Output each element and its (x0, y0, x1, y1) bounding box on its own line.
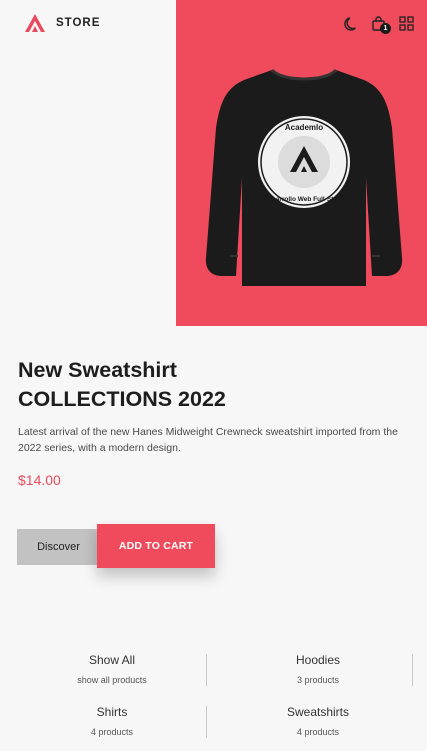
moon-icon[interactable] (343, 15, 361, 33)
category-count: show all products (77, 675, 147, 685)
cart-count-badge: 1 (380, 23, 391, 34)
category-divider (206, 654, 207, 686)
category-show-all[interactable]: Show All show all products (17, 653, 207, 685)
grid-icon[interactable] (398, 15, 416, 33)
category-hoodies[interactable]: Hoodies 3 products (223, 653, 413, 685)
product-print-bottom: Desarrollo Web Full-Stack (264, 196, 345, 203)
title-line-2: COLLECTIONS 2022 (18, 387, 226, 411)
page-title: New Sweatshirt COLLECTIONS 2022 (18, 356, 398, 414)
brand-name[interactable]: STORE (56, 17, 100, 29)
category-divider (206, 706, 207, 738)
category-count: 4 products (90, 727, 134, 737)
product-print-top: Academlo (285, 123, 323, 132)
category-name: Show All (88, 653, 136, 667)
category-sweatshirts[interactable]: Sweatshirts 4 products (223, 705, 413, 737)
discover-button[interactable]: Discover (17, 529, 100, 565)
product-price: $14.00 (18, 472, 61, 488)
store-logo-icon[interactable] (24, 13, 46, 33)
product-image: Academlo Desarrollo Web Full-Stack (205, 68, 403, 286)
add-to-cart-button[interactable]: ADD TO CART (97, 524, 215, 568)
title-line-1: New Sweatshirt (18, 358, 177, 382)
product-description: Latest arrival of the new Hanes Midweigh… (18, 426, 398, 454)
category-name: Shirts (96, 705, 128, 719)
category-name: Hoodies (295, 653, 341, 667)
category-name: Sweatshirts (286, 705, 350, 719)
header: STORE 1 (0, 0, 427, 48)
category-shirts[interactable]: Shirts 4 products (17, 705, 207, 737)
category-divider (412, 654, 413, 686)
category-count: 4 products (296, 727, 340, 737)
category-count: 3 products (296, 675, 340, 685)
